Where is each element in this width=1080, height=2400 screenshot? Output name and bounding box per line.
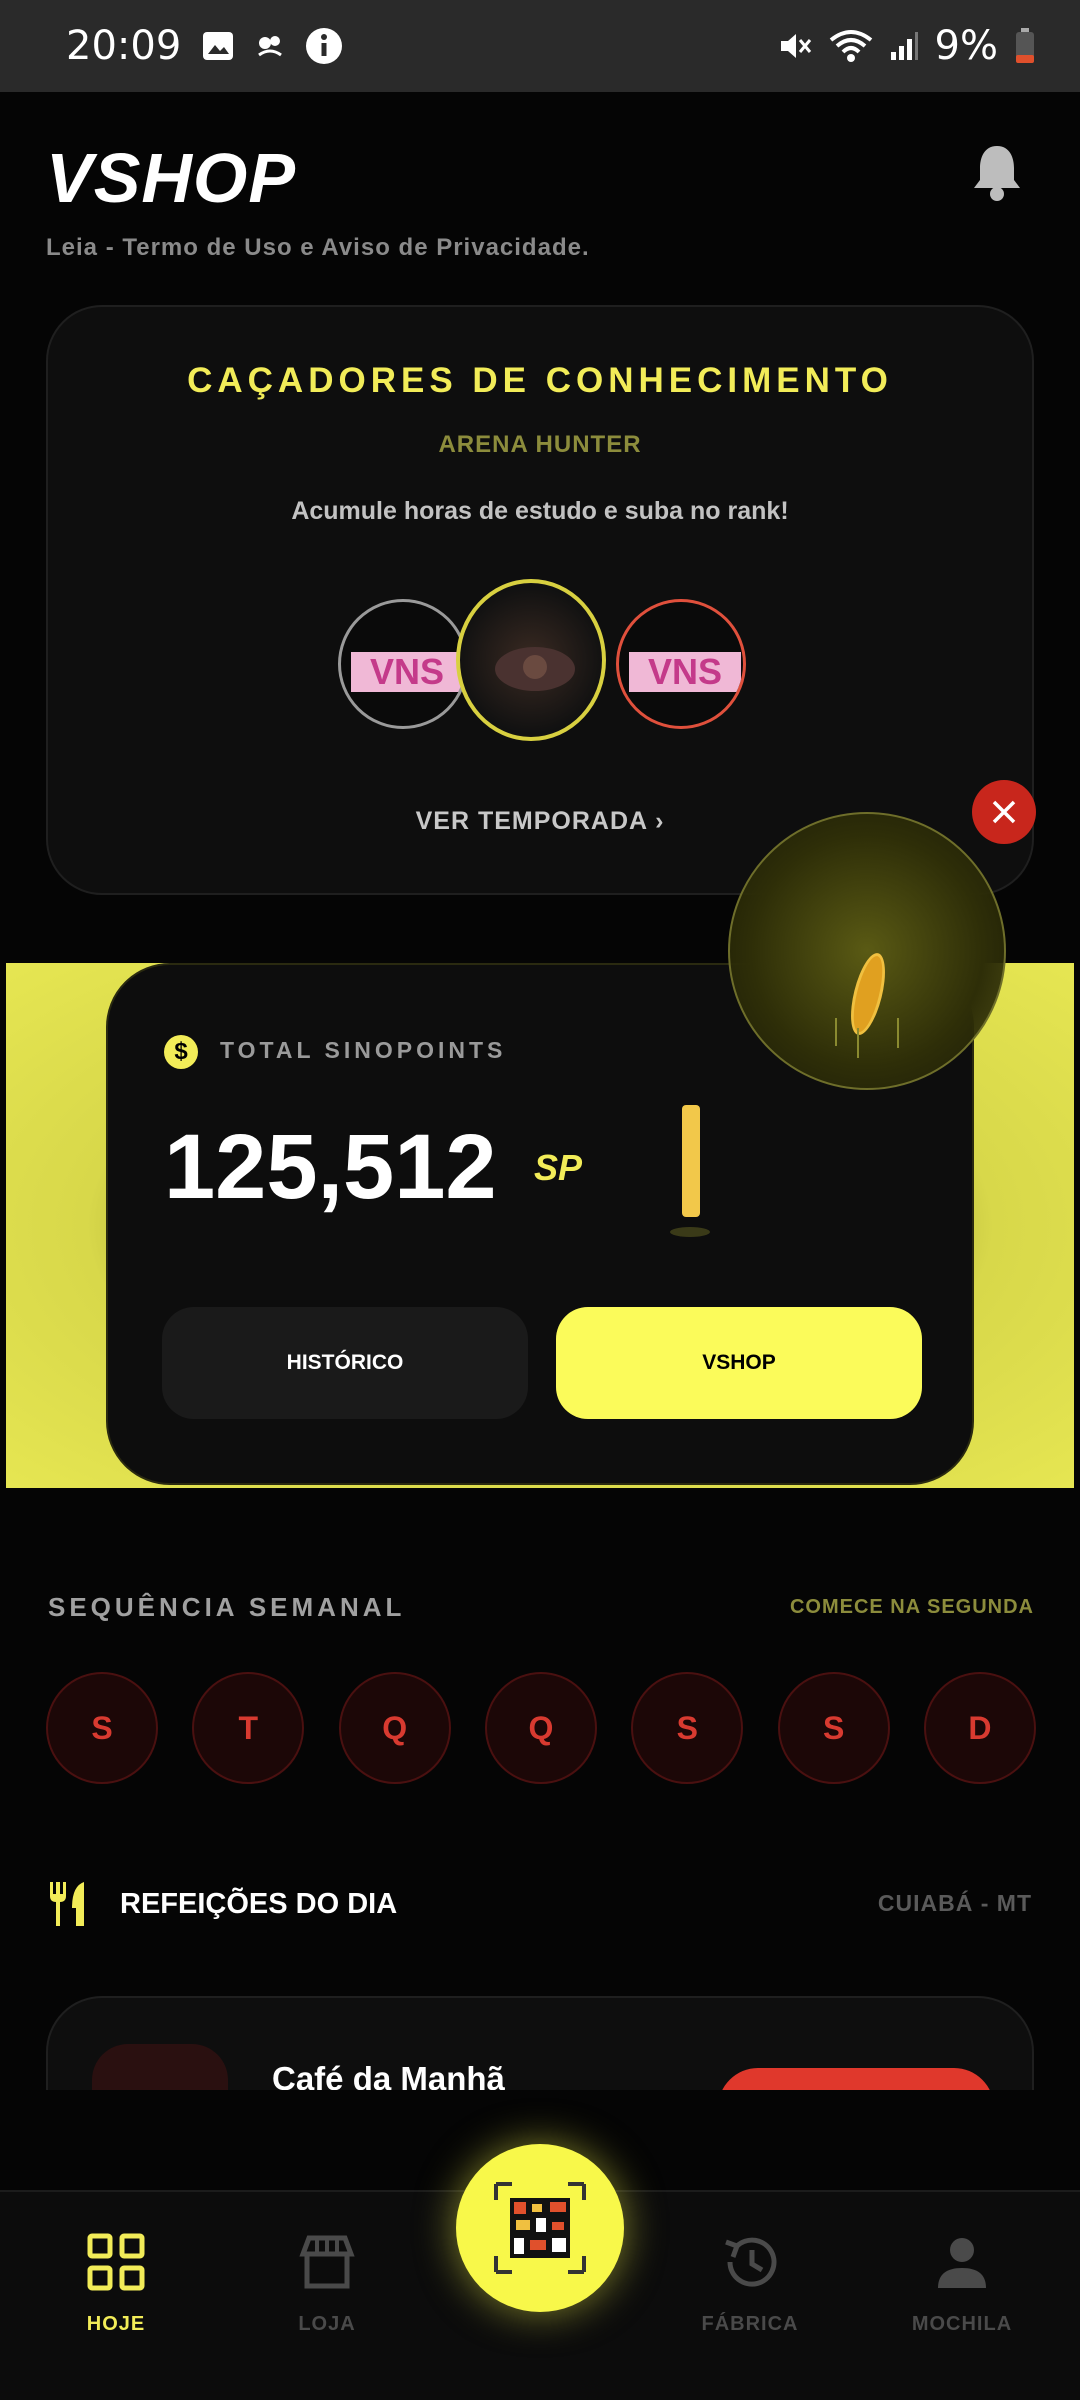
fork-knife-icon [50,1882,84,1926]
terms-link[interactable]: Leia - Termo de Uso e Aviso de Privacida… [46,234,590,262]
day-circle: Q [484,1672,597,1784]
app-header: VSHOP Leia - Termo de Uso e Aviso de Pri… [0,92,1080,292]
nav-today[interactable]: HOJE [26,2232,206,2336]
floating-coin-bubble[interactable] [728,812,1006,1090]
day-circle: Q [338,1672,451,1784]
weekly-streak-days: S T Q Q S S D [46,1672,1036,1784]
weekly-streak-title: SEQUÊNCIA SEMANAL [48,1592,406,1622]
chevron-right-icon: › [655,807,665,835]
history-button[interactable]: HISTÓRICO [162,1307,528,1419]
season-title: CAÇADORES DE CONHECIMENTO [187,361,893,400]
points-value: 125,512 [164,1116,497,1218]
person-icon [938,2238,986,2288]
nav-label: LOJA [298,2313,356,2335]
battery-icon [1016,28,1034,63]
app-notification-icon [258,36,283,57]
rank-avatar-3[interactable]: VNS [616,599,746,729]
meals-title: REFEIÇÕES DO DIA [120,1888,398,1920]
vshop-button[interactable]: VSHOP [556,1307,922,1419]
mute-icon [780,34,811,58]
wifi-icon [829,30,872,62]
qr-code-icon [494,2182,586,2274]
status-time: 20:09 [66,23,182,69]
app-title: VSHOP [46,139,297,217]
battery-percent: 9% [934,23,998,69]
points-animation-bar [682,1105,700,1217]
avatar-label: VNS [629,652,741,692]
season-description: Acumule horas de estudo e suba no rank! [291,497,789,525]
avatar-label: VNS [351,652,463,692]
rank-avatar-2[interactable]: VNS [338,599,468,729]
nav-label: FÁBRICA [701,2313,799,2335]
day-circle: S [631,1672,744,1784]
history-icon [725,2237,777,2287]
close-icon [992,800,1016,824]
nav-label: MOCHILA [911,2313,1013,2335]
weekly-streak-hint: COMECE NA SEGUNDA [789,1596,1034,1618]
scan-button[interactable] [456,2144,624,2312]
grid-icon [87,2233,145,2291]
day-circle: D [923,1672,1036,1784]
avatar-image [495,647,575,691]
store-icon [299,2235,355,2289]
nav-backpack[interactable]: MOCHILA [872,2232,1052,2336]
signal-icon [890,32,918,60]
day-circle: S [777,1672,890,1784]
rank-avatar-1[interactable] [456,579,606,741]
close-bubble-button[interactable] [972,780,1036,844]
bell-icon[interactable] [970,142,1024,204]
meals-location[interactable]: CUIABÁ - MT [878,1890,1032,1917]
gallery-icon [203,32,234,60]
points-animation-shadow [670,1227,710,1237]
status-bar: 20:09 9% [0,0,1080,92]
season-card: CAÇADORES DE CONHECIMENTO ARENA HUNTER A… [46,305,1034,895]
coin-motion-lines [835,1018,899,1058]
points-label: TOTAL SINOPOINTS [220,1037,507,1063]
nav-factory[interactable]: FÁBRICA [660,2232,840,2336]
info-icon [306,28,343,64]
points-unit: SP [534,1147,583,1188]
nav-store[interactable]: LOJA [237,2232,417,2336]
day-circle: T [192,1672,305,1784]
season-subtitle: ARENA HUNTER [438,431,642,458]
day-circle: S [46,1672,158,1784]
dollar-coin-icon: $ [164,1035,198,1069]
nav-label: HOJE [86,2313,146,2335]
